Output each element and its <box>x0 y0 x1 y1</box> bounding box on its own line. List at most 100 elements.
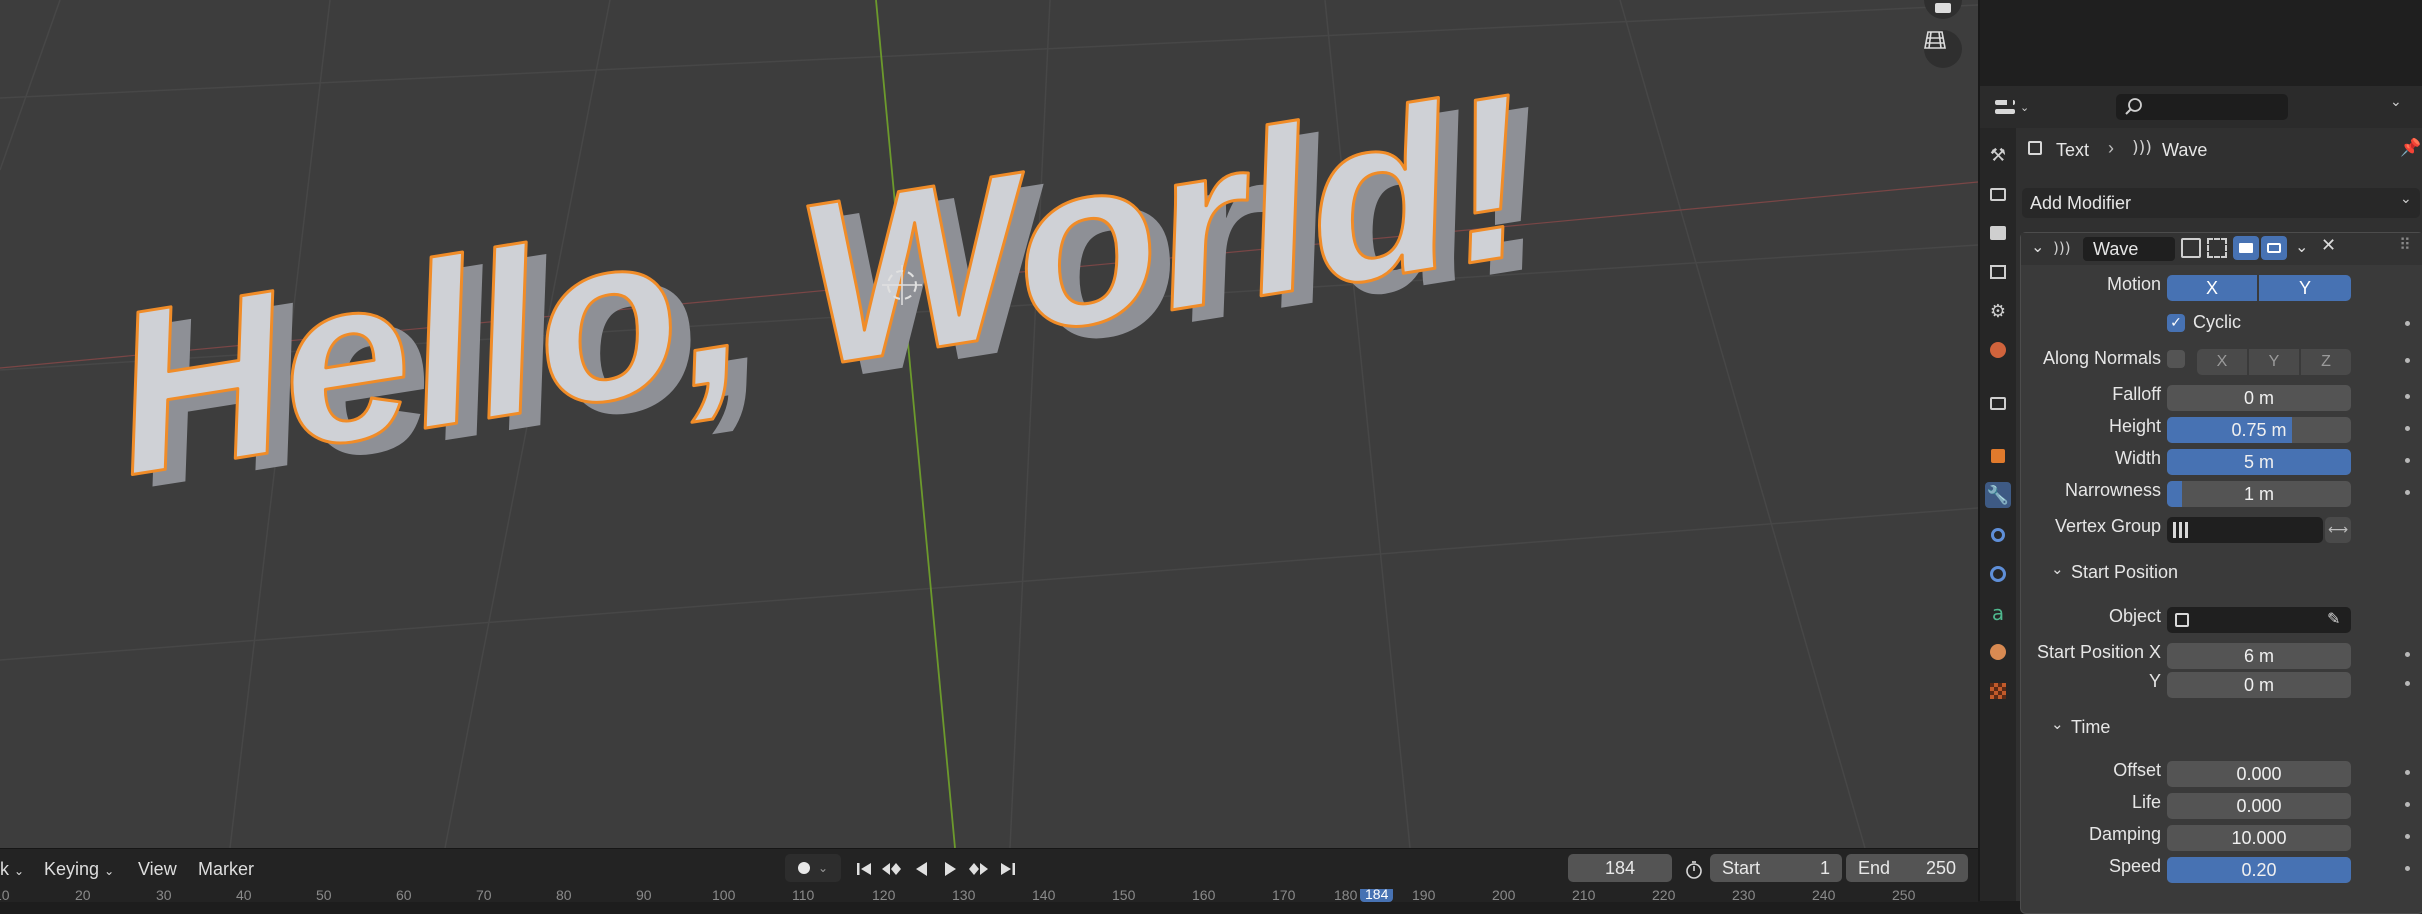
chevron-down-icon[interactable]: ⌄ <box>2295 237 2308 256</box>
play-reverse-button[interactable] <box>910 857 934 881</box>
current-frame-field[interactable]: 184 <box>1568 854 1672 882</box>
ruler-tick-label: 90 <box>636 889 652 902</box>
keyframe-dot[interactable] <box>2405 394 2410 399</box>
tab-collection[interactable] <box>1985 390 2011 416</box>
keyframe-dot[interactable] <box>2405 834 2410 839</box>
marker-menu[interactable]: Marker <box>198 859 254 880</box>
motion-y-toggle[interactable]: Y <box>2259 275 2351 301</box>
width-slider[interactable]: 5 m <box>2167 449 2351 475</box>
keying-menu[interactable]: Keying ⌄ <box>44 859 114 880</box>
current-frame-indicator[interactable]: 184 <box>1360 889 1394 902</box>
modifier-name-field[interactable]: Wave <box>2083 237 2175 261</box>
keyframe-dot[interactable] <box>2405 866 2410 871</box>
keyframe-dot[interactable] <box>2405 652 2410 657</box>
offset-field[interactable]: 0.000 <box>2167 761 2351 787</box>
viewport-toggle-icon[interactable] <box>2233 236 2259 260</box>
tab-particles[interactable] <box>1985 522 2011 548</box>
tab-scene[interactable]: ⚙ <box>1985 298 2011 324</box>
tab-modifiers[interactable]: 🔧 <box>1985 482 2011 508</box>
keyframe-dot[interactable] <box>2405 321 2410 326</box>
tab-render[interactable] <box>1985 181 2011 207</box>
vertex-group-field[interactable] <box>2167 517 2323 543</box>
jump-to-keyframe-prev-button[interactable] <box>880 857 904 881</box>
normal-axis-y-toggle[interactable]: Y <box>2249 349 2299 375</box>
tab-physics[interactable] <box>1985 561 2011 587</box>
falloff-field[interactable]: 0 m <box>2167 385 2351 411</box>
start-position-y-field[interactable]: 0 m <box>2167 672 2351 698</box>
keyframe-dot[interactable] <box>2405 458 2410 463</box>
object-icon <box>2028 141 2042 155</box>
along-normals-label: Along Normals <box>2042 348 2161 368</box>
editor-type-button[interactable]: ⌄ <box>1994 94 2036 120</box>
ruler-tick-label: 40 <box>236 889 252 902</box>
material-icon <box>1990 644 2006 660</box>
ruler-tick-label: 200 <box>1492 889 1516 902</box>
tab-tool[interactable]: ⚒ <box>1985 142 2011 168</box>
tab-object-data[interactable]: a <box>1985 600 2011 626</box>
3d-viewport[interactable]: Hello, World! Hello, World! <box>0 0 1978 848</box>
collapse-chevron-icon[interactable]: ⌄ <box>2051 560 2064 578</box>
start-position-x-field[interactable]: 6 m <box>2167 643 2351 669</box>
narrowness-slider[interactable]: 1 m <box>2167 481 2351 507</box>
pin-icon[interactable]: 📌 <box>2400 138 2421 158</box>
toggle-perspective-button[interactable] <box>1924 30 1962 68</box>
damping-field[interactable]: 10.000 <box>2167 825 2351 851</box>
motion-x-toggle[interactable]: X <box>2167 275 2257 301</box>
life-field[interactable]: 0.000 <box>2167 793 2351 819</box>
use-preview-range-toggle[interactable] <box>1682 858 1706 882</box>
cage-toggle-icon[interactable] <box>2207 238 2227 258</box>
playback-menu[interactable]: k ⌄ <box>0 859 24 880</box>
along-normals-checkbox[interactable] <box>2167 350 2185 368</box>
tab-world[interactable] <box>1985 337 2011 363</box>
jump-to-end-button[interactable] <box>996 857 1020 881</box>
timeline-editor[interactable]: k ⌄ Keying ⌄ View Marker ⌄ 184 Start 1 E… <box>0 848 1978 902</box>
scene-icon: ⚙ <box>1989 300 2007 322</box>
speed-slider[interactable]: 0.20 <box>2167 857 2351 883</box>
collapse-chevron-icon[interactable]: ⌄ <box>2051 715 2064 733</box>
time-section-header[interactable]: Time <box>2071 717 2110 738</box>
keyframe-dot[interactable] <box>2405 802 2410 807</box>
keyframe-dot[interactable] <box>2405 681 2410 686</box>
checker-texture-icon <box>1990 683 2006 699</box>
height-slider[interactable]: 0.75 m <box>2167 417 2351 443</box>
start-position-section-header[interactable]: Start Position <box>2071 562 2178 583</box>
normal-axis-z-toggle[interactable]: Z <box>2301 349 2351 375</box>
invert-vertex-group-button[interactable]: ⟷ <box>2325 517 2351 543</box>
add-modifier-button[interactable]: Add Modifier ⌄ <box>2022 188 2420 218</box>
end-frame-field[interactable]: End 250 <box>1846 854 1968 882</box>
tab-object[interactable] <box>1985 443 2011 469</box>
tab-output[interactable] <box>1985 220 2011 246</box>
offset-value: 0.000 <box>2236 763 2282 784</box>
properties-editor[interactable]: ⌄ ⌄ ⚒ ⚙ 🔧 a Text › ))) Wave 📌 Add Modifi… <box>1978 0 2422 914</box>
collapse-chevron-icon[interactable]: ⌄ <box>2031 237 2044 256</box>
jump-to-start-button[interactable] <box>852 857 876 881</box>
ruler-tick-label: 110 <box>792 889 815 902</box>
jump-to-keyframe-next-button[interactable] <box>966 857 990 881</box>
normal-axis-x-toggle[interactable]: X <box>2197 349 2247 375</box>
close-icon[interactable]: ✕ <box>2321 235 2336 256</box>
start-position-y-label: Y <box>2148 671 2161 691</box>
keyframe-dot[interactable] <box>2405 426 2410 431</box>
start-object-field[interactable]: ✎ <box>2167 607 2351 633</box>
tab-view-layer[interactable] <box>1985 259 2011 285</box>
keyframe-dot[interactable] <box>2405 770 2410 775</box>
search-input[interactable] <box>2116 94 2288 120</box>
eyedropper-icon[interactable]: ✎ <box>2327 609 2340 628</box>
auto-keying-toggle[interactable]: ⌄ <box>785 854 841 882</box>
keyframe-dot[interactable] <box>2405 490 2410 495</box>
render-toggle-icon[interactable] <box>2261 236 2287 260</box>
tab-material[interactable] <box>1985 639 2011 665</box>
keyframe-dot[interactable] <box>2405 358 2410 363</box>
falloff-value: 0 m <box>2243 387 2274 408</box>
drag-handle-icon[interactable]: ⠿ <box>2399 235 2411 254</box>
frame-ruler[interactable]: 10 20 30 40 50 60 70 80 90 100 110 120 1… <box>0 889 1978 902</box>
cyclic-checkbox[interactable]: ✓ <box>2167 314 2185 332</box>
motion-x-label: X <box>2205 277 2218 298</box>
tab-texture[interactable] <box>1985 678 2011 704</box>
play-button[interactable] <box>938 857 962 881</box>
start-frame-field[interactable]: Start 1 <box>1710 854 1842 882</box>
view-menu[interactable]: View <box>138 859 177 880</box>
object-label: Object <box>2108 606 2161 626</box>
chevron-down-icon[interactable]: ⌄ <box>2390 94 2402 110</box>
edit-mode-toggle-icon[interactable] <box>2181 238 2201 258</box>
